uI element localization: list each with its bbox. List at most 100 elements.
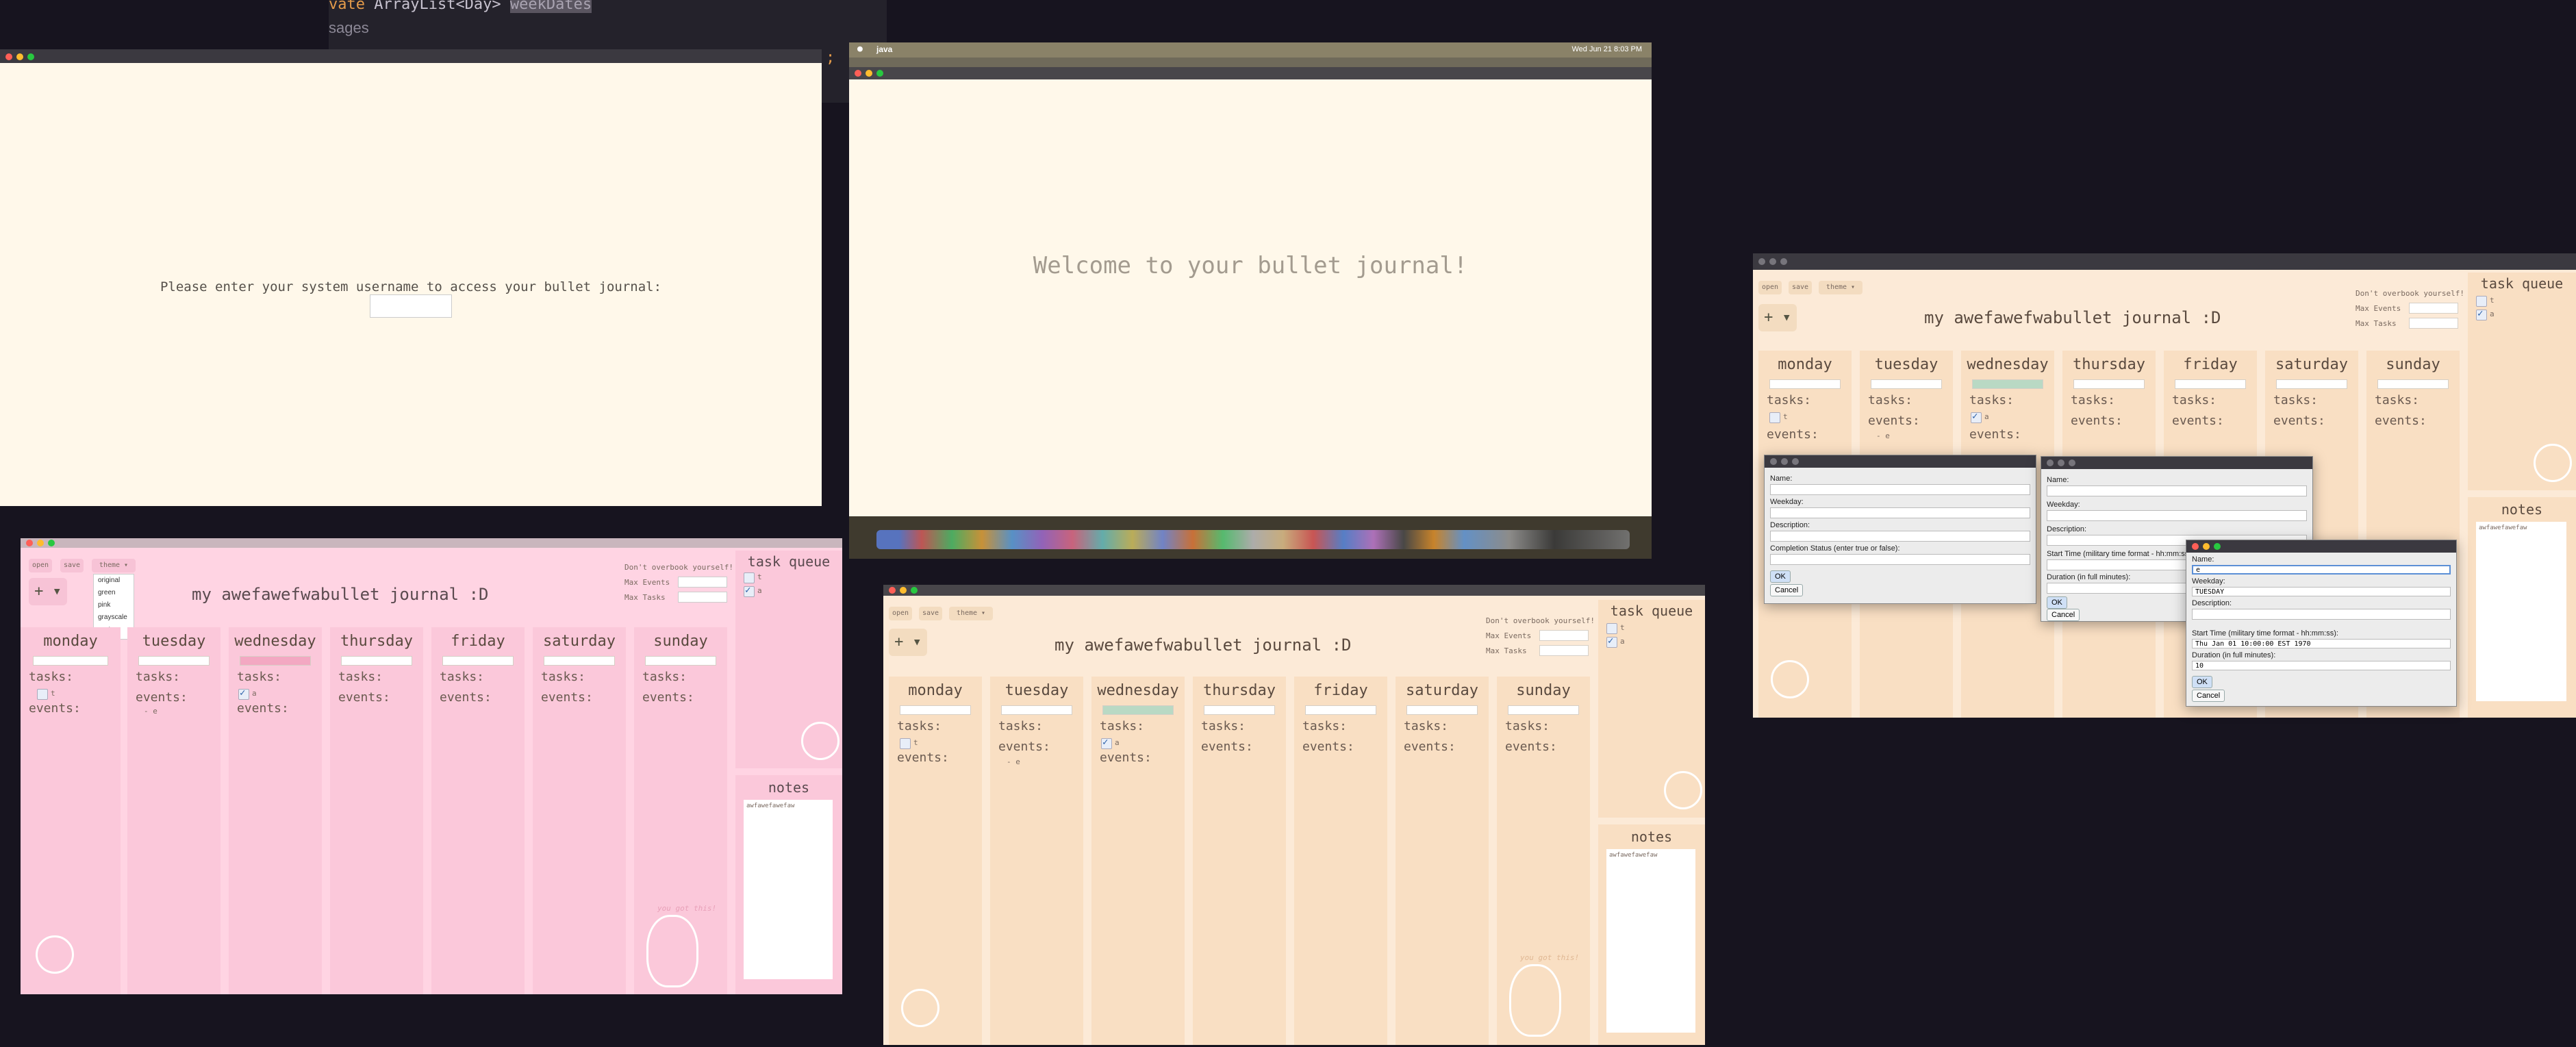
maximize-icon[interactable]	[1792, 458, 1799, 465]
ok-button[interactable]: OK	[2192, 676, 2212, 688]
theme-option-original[interactable]: original	[98, 575, 134, 587]
notes-textarea[interactable]: awfawefawefaw	[744, 800, 833, 979]
day-input[interactable]	[341, 656, 412, 666]
day-input[interactable]	[1305, 705, 1376, 715]
cancel-button[interactable]: Cancel	[2192, 690, 2225, 702]
maximize-icon[interactable]	[2069, 459, 2075, 466]
day-input[interactable]	[2073, 379, 2145, 389]
queue-checkbox[interactable]	[2476, 308, 2487, 320]
username-input[interactable]	[370, 294, 452, 318]
menubar-app-name[interactable]: java	[876, 45, 892, 54]
max-tasks-input[interactable]	[1539, 645, 1589, 656]
status-field[interactable]	[1770, 554, 2030, 565]
theme-dropdown[interactable]: theme ▾	[949, 607, 993, 620]
description-field[interactable]	[2192, 609, 2451, 620]
cancel-button[interactable]: Cancel	[2047, 609, 2080, 621]
theme-option-green[interactable]: green	[98, 587, 134, 599]
day-input[interactable]	[240, 656, 311, 666]
queue-checkbox[interactable]	[1606, 635, 1617, 648]
day-input[interactable]	[1102, 705, 1174, 715]
save-button[interactable]: save	[60, 559, 84, 572]
notes-textarea[interactable]: awfawefawefaw	[1606, 849, 1695, 1033]
minimize-icon[interactable]	[37, 540, 44, 546]
minimize-icon[interactable]	[866, 70, 872, 77]
notes-textarea[interactable]: awfawefawefaw	[2476, 522, 2566, 701]
day-input[interactable]	[900, 705, 971, 715]
close-icon[interactable]	[889, 587, 896, 594]
close-icon[interactable]	[2047, 459, 2054, 466]
close-icon[interactable]	[2192, 543, 2199, 550]
day-input[interactable]	[1972, 379, 2043, 389]
open-button[interactable]: open	[1758, 281, 1782, 294]
max-tasks-input[interactable]	[678, 592, 727, 603]
minimize-icon[interactable]	[2203, 543, 2210, 550]
add-button[interactable]: + ▾	[889, 629, 927, 656]
close-icon[interactable]	[1758, 258, 1765, 265]
close-icon[interactable]	[855, 70, 861, 77]
weekday-field[interactable]: TUESDAY	[2192, 587, 2451, 596]
task-checkbox[interactable]	[1971, 411, 1982, 423]
theme-dropdown[interactable]: theme ▾	[92, 559, 136, 572]
day-input[interactable]	[138, 656, 210, 666]
day-input[interactable]	[442, 656, 514, 666]
open-button[interactable]: open	[29, 559, 52, 572]
minimize-icon[interactable]	[900, 587, 907, 594]
max-events-input[interactable]	[1539, 630, 1589, 641]
theme-dropdown[interactable]: theme ▾	[1819, 281, 1862, 294]
name-field[interactable]	[1770, 484, 2030, 495]
task-checkbox[interactable]	[900, 738, 911, 749]
maximize-icon[interactable]	[48, 540, 55, 546]
day-input[interactable]	[1204, 705, 1275, 715]
duration-field[interactable]: 10	[2192, 661, 2451, 670]
maximize-icon[interactable]	[27, 53, 34, 60]
minimize-icon[interactable]	[2058, 459, 2064, 466]
day-input[interactable]	[1406, 705, 1478, 715]
weekday-field[interactable]	[1770, 507, 2030, 518]
day-input[interactable]	[544, 656, 615, 666]
day-input[interactable]	[2377, 379, 2449, 389]
description-field[interactable]	[1770, 531, 2030, 542]
queue-checkbox[interactable]	[2476, 296, 2487, 307]
theme-option-grayscale[interactable]: grayscale	[98, 611, 134, 624]
cancel-button[interactable]: Cancel	[1770, 584, 1804, 596]
day-input[interactable]	[2175, 379, 2246, 389]
save-button[interactable]: save	[1789, 281, 1812, 294]
minimize-icon[interactable]	[16, 53, 23, 60]
close-icon[interactable]	[26, 540, 33, 546]
save-button[interactable]: save	[919, 607, 942, 620]
day-input[interactable]	[1508, 705, 1579, 715]
maximize-icon[interactable]	[911, 587, 918, 594]
maximize-icon[interactable]	[876, 70, 883, 77]
task-checkbox[interactable]	[37, 689, 48, 700]
max-events-input[interactable]	[2409, 303, 2458, 314]
minimize-icon[interactable]	[1781, 458, 1788, 465]
day-input[interactable]	[32, 656, 109, 666]
max-tasks-input[interactable]	[2409, 318, 2458, 329]
apple-icon[interactable]: ●	[857, 44, 863, 54]
day-input[interactable]	[1001, 705, 1072, 715]
day-input[interactable]	[1769, 379, 1841, 389]
day-input[interactable]	[2276, 379, 2347, 389]
start-time-field[interactable]: Thu Jan 01 10:00:00 EST 1970	[2192, 639, 2451, 648]
menubar-clock[interactable]: Wed Jun 21 8:03 PM	[1571, 45, 1642, 53]
task-checkbox[interactable]	[1769, 412, 1780, 423]
add-button[interactable]: + ▾	[1758, 304, 1797, 331]
day-input[interactable]	[645, 656, 716, 666]
queue-checkbox[interactable]	[1606, 623, 1617, 634]
queue-checkbox[interactable]	[744, 572, 755, 583]
day-input[interactable]	[1871, 379, 1942, 389]
task-checkbox[interactable]	[238, 688, 249, 700]
maximize-icon[interactable]	[2214, 543, 2221, 550]
ok-button[interactable]: OK	[2047, 596, 2067, 609]
task-checkbox[interactable]	[1101, 737, 1112, 749]
close-icon[interactable]	[1770, 458, 1777, 465]
theme-option-pink[interactable]: pink	[98, 599, 134, 611]
name-field[interactable]	[2047, 485, 2307, 496]
queue-checkbox[interactable]	[744, 585, 755, 597]
add-button[interactable]: + ▾	[29, 578, 67, 605]
open-button[interactable]: open	[889, 607, 912, 620]
weekday-field[interactable]	[2047, 510, 2307, 521]
maximize-icon[interactable]	[1780, 258, 1787, 265]
name-field[interactable]: e	[2192, 565, 2451, 575]
max-events-input[interactable]	[678, 577, 727, 588]
